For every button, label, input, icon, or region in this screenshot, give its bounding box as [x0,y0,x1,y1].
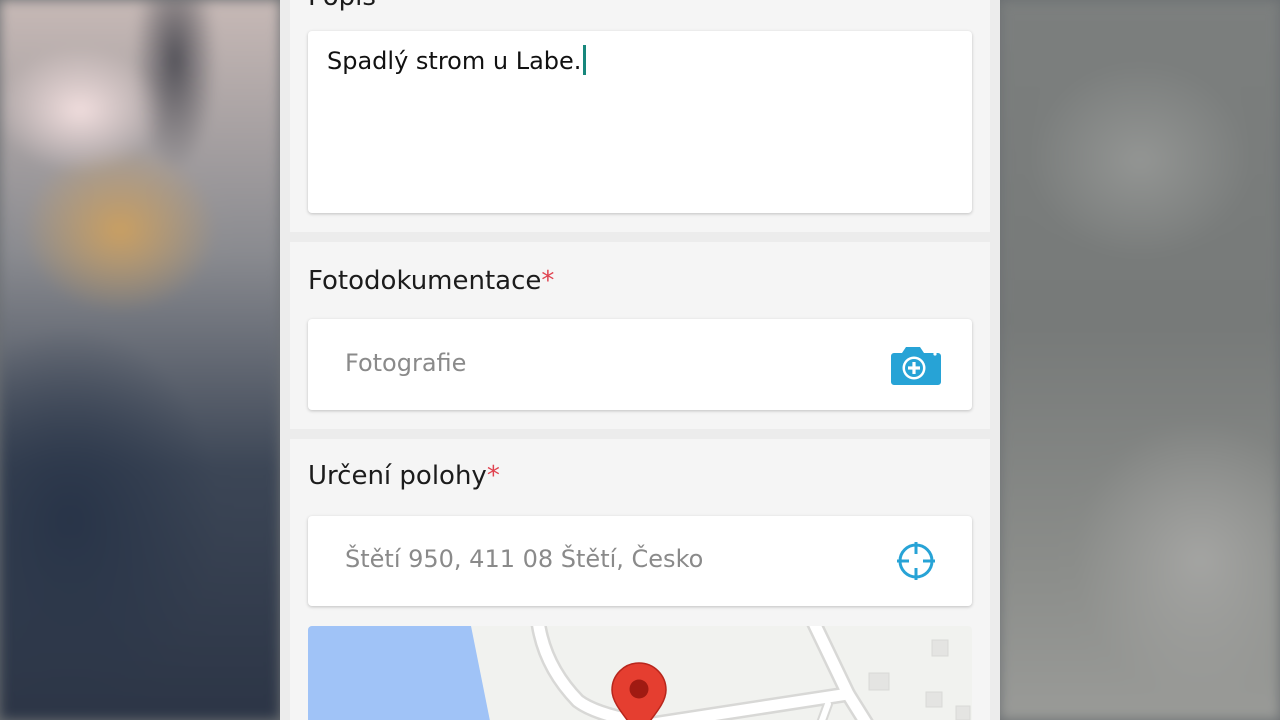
description-title: Popis [308,0,376,12]
photo-field[interactable]: Fotografie [308,319,972,410]
photo-placeholder: Fotografie [345,349,467,377]
photo-documentation-section: Fotodokumentace* Fotografie [290,242,990,429]
map-water [308,626,490,720]
map-buildings [868,639,971,720]
required-star: * [541,266,555,296]
text-caret [583,45,587,75]
blurred-background-right [1000,0,1280,720]
location-section: Určení polohy* Štětí 950, 411 08 Štětí, … [290,439,990,720]
required-star: * [486,461,500,491]
description-value: Spadlý strom u Labe. [327,45,587,75]
add-a-photo-icon[interactable] [890,345,942,385]
location-address: Štětí 950, 411 08 Štětí, Česko [345,545,704,573]
gps-crosshair-icon[interactable] [896,541,936,581]
description-section: Popis Spadlý strom u Labe. [290,0,990,232]
photo-documentation-title: Fotodokumentace* [308,266,555,296]
blurred-background-left [0,0,280,720]
location-map[interactable] [308,626,972,720]
map-pin-icon[interactable] [611,662,667,720]
location-field[interactable]: Štětí 950, 411 08 Štětí, Česko [308,516,972,606]
location-title: Určení polohy* [308,461,500,491]
phone-screen: Popis Spadlý strom u Labe. Fotodokumenta… [280,0,1000,720]
description-textarea[interactable]: Spadlý strom u Labe. [308,31,972,213]
